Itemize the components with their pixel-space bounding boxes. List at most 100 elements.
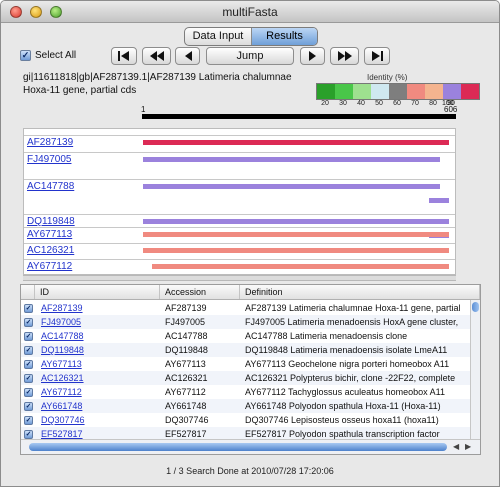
alignment-row-link[interactable]: DQ119848 bbox=[27, 216, 75, 227]
vertical-scrollbar[interactable] bbox=[470, 300, 480, 440]
alignment-hit-bar bbox=[143, 232, 449, 237]
row-id-link[interactable]: AF287139 bbox=[35, 303, 160, 313]
row-id-link[interactable]: FJ497005 bbox=[35, 317, 160, 327]
row-id-link[interactable]: AY677113 bbox=[35, 359, 160, 369]
identity-legend-title: Identity (%) bbox=[367, 73, 408, 82]
identity-swatch-label: 30 bbox=[339, 100, 347, 107]
alignment-overview: AF287139 FJ497005 AC147788 DQ119848 AY677113… bbox=[23, 128, 456, 275]
select-all[interactable]: ✓ Select All bbox=[20, 50, 76, 61]
alignment-row-link[interactable]: AC126321 bbox=[27, 245, 74, 256]
alignment-row: AY677112 bbox=[24, 259, 455, 272]
alignment-hit-bar bbox=[143, 140, 449, 145]
identity-swatch-label: 70 bbox=[411, 100, 419, 107]
row-select-checkbox[interactable]: ✓ bbox=[24, 303, 33, 313]
row-accession: AY677113 bbox=[165, 359, 206, 369]
tab-data-input[interactable]: Data Input bbox=[185, 28, 251, 45]
previous-button[interactable] bbox=[175, 47, 200, 65]
header-definition[interactable]: Definition bbox=[240, 285, 480, 299]
row-select-checkbox[interactable]: ✓ bbox=[24, 387, 33, 397]
vertical-scroll-thumb[interactable] bbox=[472, 302, 479, 312]
row-id-link[interactable]: AC126321 bbox=[35, 373, 160, 383]
table-row[interactable]: ✓ DQ307746 DQ307746 DQ307746 Lepisosteus os… bbox=[21, 413, 470, 427]
query-sequence-description: gi|11611818|gb|AF287139.1|AF287139 Latim… bbox=[23, 71, 303, 97]
row-definition: AC126321 Polypterus bichir, clone -22F22… bbox=[245, 373, 456, 383]
alignment-hit-bar bbox=[429, 198, 449, 203]
alignment-hit-bar bbox=[152, 264, 449, 269]
split-pane-divider[interactable] bbox=[23, 275, 456, 281]
row-id-link[interactable]: AY677112 bbox=[35, 387, 160, 397]
row-id-link[interactable]: DQ307746 bbox=[35, 415, 160, 425]
row-id-link[interactable]: EF527817 bbox=[35, 429, 160, 439]
table-row[interactable]: ✓ FJ497005 FJ497005 FJ497005 Latimeria mena… bbox=[21, 315, 470, 329]
row-id-link[interactable]: DQ119848 bbox=[35, 345, 160, 355]
row-select-checkbox[interactable]: ✓ bbox=[24, 345, 33, 355]
identity-swatch bbox=[443, 84, 461, 99]
table-row[interactable]: ✓ DQ119848 DQ119848 DQ119848 Latimeria mena… bbox=[21, 343, 470, 357]
last-button[interactable] bbox=[364, 47, 390, 65]
horizontal-scrollbar[interactable]: ◀ ▶ bbox=[21, 439, 480, 454]
row-definition: FJ497005 Latimeria menadoensis HoxA gene… bbox=[245, 317, 459, 327]
alignment-row-link[interactable]: AY677113 bbox=[27, 229, 72, 240]
horizontal-scroll-thumb[interactable] bbox=[29, 443, 447, 451]
ruler-start-label: 1 bbox=[141, 105, 146, 114]
skip-first-icon bbox=[118, 51, 129, 61]
row-select-cell: ✓ bbox=[21, 317, 35, 327]
row-select-checkbox[interactable]: ✓ bbox=[24, 429, 33, 439]
alignment-hit-bar bbox=[143, 157, 440, 162]
alignment-hit-bar bbox=[143, 248, 449, 253]
alignment-row-link[interactable]: AC147788 bbox=[27, 181, 74, 192]
title-bar: multiFasta bbox=[1, 1, 499, 23]
scroll-left-icon[interactable]: ◀ bbox=[453, 442, 459, 451]
previous-icon bbox=[184, 51, 192, 61]
table-row[interactable]: ✓ AC147788 AC147788 AC147788 Latimeria mena… bbox=[21, 329, 470, 343]
row-accession: AC147788 bbox=[165, 331, 208, 341]
row-accession: AF287139 bbox=[165, 303, 207, 313]
table-row[interactable]: ✓ AY677113 AY677113 AY677113 Geochelone nig… bbox=[21, 357, 470, 371]
row-select-checkbox[interactable]: ✓ bbox=[24, 317, 33, 327]
row-id-link[interactable]: AY661748 bbox=[35, 401, 160, 411]
scroll-right-icon[interactable]: ▶ bbox=[465, 442, 471, 451]
row-definition: AC147788 Latimeria menadoensis clone bbox=[245, 331, 408, 341]
row-definition: AY677113 Geochelone nigra porteri homeob… bbox=[245, 359, 450, 369]
jump-button[interactable]: Jump bbox=[206, 47, 294, 65]
alignment-row-link[interactable]: AF287139 bbox=[27, 137, 73, 148]
row-select-cell: ✓ bbox=[21, 401, 35, 411]
row-select-cell: ✓ bbox=[21, 429, 35, 439]
row-select-checkbox[interactable]: ✓ bbox=[24, 401, 33, 411]
table-row[interactable]: ✓ AY661748 AY661748 AY661748 Polyodon spath… bbox=[21, 399, 470, 413]
first-button[interactable] bbox=[111, 47, 137, 65]
row-select-checkbox[interactable]: ✓ bbox=[24, 373, 33, 383]
status-bar: 1 / 3 Search Done at 2010/07/28 17:20:06 bbox=[166, 466, 334, 476]
fast-forward-icon bbox=[337, 51, 352, 61]
table-row[interactable]: ✓ AF287139 AF287139 AF287139 Latimeria chal… bbox=[21, 301, 470, 315]
select-all-checkbox[interactable]: ✓ bbox=[20, 50, 31, 61]
row-select-checkbox[interactable]: ✓ bbox=[24, 331, 33, 341]
row-definition: AY677112 Tachyglossus aculeatus homeobox… bbox=[245, 387, 445, 397]
next-button[interactable] bbox=[300, 47, 325, 65]
table-row[interactable]: ✓ AC126321 AC126321 AC126321 Polypterus bic… bbox=[21, 371, 470, 385]
header-id[interactable]: ID bbox=[35, 285, 160, 299]
header-accession[interactable]: Accession bbox=[160, 285, 240, 299]
window-title: multiFasta bbox=[222, 5, 278, 19]
row-accession: DQ119848 bbox=[165, 345, 208, 355]
row-select-checkbox[interactable]: ✓ bbox=[24, 359, 33, 369]
row-definition: EF527817 Polyodon spathula transcription… bbox=[245, 429, 440, 439]
query-ruler bbox=[142, 114, 456, 119]
row-select-checkbox[interactable]: ✓ bbox=[24, 415, 33, 425]
identity-swatch-label: 60 bbox=[393, 100, 401, 107]
select-all-label: Select All bbox=[35, 50, 77, 61]
tab-results[interactable]: Results bbox=[251, 28, 317, 45]
rewind-button[interactable] bbox=[142, 47, 171, 65]
identity-swatch bbox=[317, 84, 335, 99]
table-row[interactable]: ✓ AY677112 AY677112 AY677112 Tachyglossus a… bbox=[21, 385, 470, 399]
alignment-row-link[interactable]: FJ497005 bbox=[27, 154, 71, 165]
fast-forward-button[interactable] bbox=[330, 47, 359, 65]
row-definition: DQ307746 Lepisosteus osseus hoxa11 (hoxa… bbox=[245, 415, 439, 425]
row-select-cell: ✓ bbox=[21, 415, 35, 425]
row-id-link[interactable]: AC147788 bbox=[35, 331, 160, 341]
alignment-row-link[interactable]: AY677112 bbox=[27, 261, 72, 272]
rewind-icon bbox=[149, 51, 164, 61]
alignment-row: AC126321 bbox=[24, 243, 455, 256]
alignment-row: AC147788 bbox=[24, 179, 455, 203]
row-accession: DQ307746 bbox=[165, 415, 209, 425]
